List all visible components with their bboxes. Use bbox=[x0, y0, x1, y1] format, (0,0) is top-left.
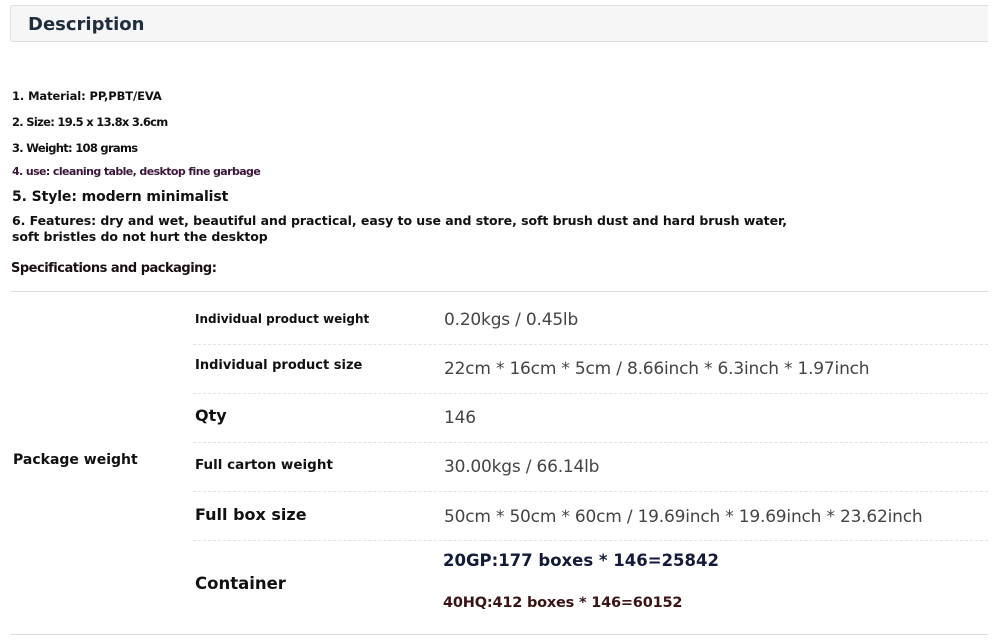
spec-label: Container bbox=[195, 574, 286, 593]
specs-table-bottom-border bbox=[11, 634, 988, 635]
feature-weight: 3. Weight: 108 grams bbox=[12, 141, 138, 155]
spec-label: Qty bbox=[195, 406, 227, 425]
feature-style: 5. Style: modern minimalist bbox=[12, 189, 229, 205]
spec-value: 22cm * 16cm * 5cm / 8.66inch * 6.3inch *… bbox=[444, 359, 870, 379]
spec-value: 50cm * 50cm * 60cm / 19.69inch * 19.69in… bbox=[444, 507, 923, 527]
specs-title: Specifications and packaging: bbox=[11, 261, 217, 276]
spec-value: 146 bbox=[444, 408, 476, 428]
container-40hq: 40HQ:412 boxes * 146=60152 bbox=[443, 595, 683, 611]
feature-use: 4. use: cleaning table, desktop fine gar… bbox=[12, 165, 261, 178]
description-title: Description bbox=[28, 14, 145, 35]
spec-value: 30.00kgs / 66.14lb bbox=[444, 457, 600, 477]
feature-material: 1. Material: PP,PBT/EVA bbox=[12, 89, 162, 103]
spec-label: Individual product weight bbox=[195, 312, 370, 326]
row-divider bbox=[193, 344, 988, 345]
row-divider bbox=[193, 442, 988, 443]
feature-size: 2. Size: 19.5 x 13.8x 3.6cm bbox=[12, 115, 168, 129]
row-divider bbox=[193, 393, 988, 394]
description-header: Description bbox=[10, 5, 988, 42]
spec-value: 0.20kgs / 0.45lb bbox=[444, 310, 579, 330]
row-divider bbox=[193, 491, 988, 492]
package-weight-label: Package weight bbox=[13, 452, 138, 468]
spec-label: Individual product size bbox=[195, 358, 363, 373]
specs-table-top-border bbox=[11, 291, 988, 292]
spec-label: Full box size bbox=[195, 505, 307, 524]
spec-label: Full carton weight bbox=[195, 457, 333, 473]
container-20gp: 20GP:177 boxes * 146=25842 bbox=[443, 551, 719, 570]
row-divider bbox=[193, 540, 988, 541]
feature-features: 6. Features: dry and wet, beautiful and … bbox=[12, 213, 787, 244]
